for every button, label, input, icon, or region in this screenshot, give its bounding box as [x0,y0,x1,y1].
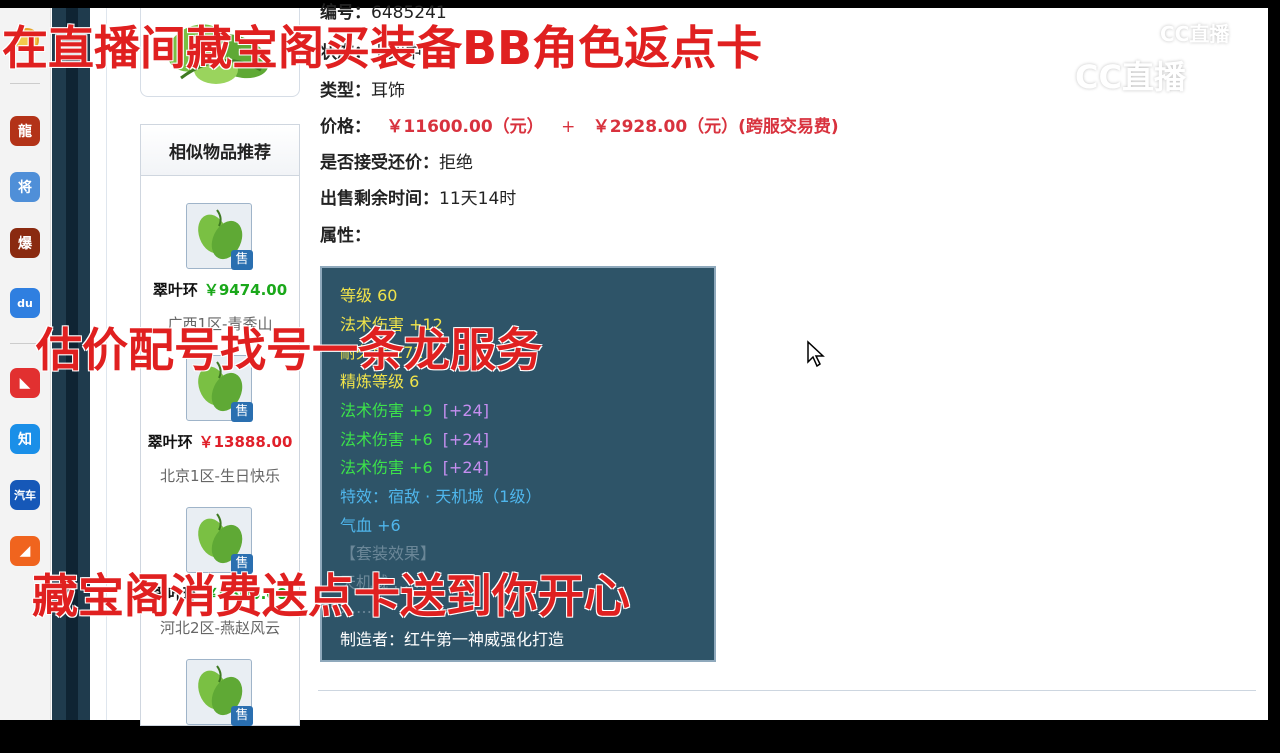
similar-item-name-price[interactable]: 翠叶环 ￥13888.00 [141,431,299,452]
price-label: 价格： [320,117,371,137]
stat-line: 特效：宿敌 · 天机城（1级） [340,483,541,507]
time-label: 出售剩余时间： [320,189,439,209]
similar-item-name-price[interactable]: 翠叶环 ￥9474.00 [141,279,299,300]
price-fee: ￥2928.00（元）(跨服交易费) [592,117,839,137]
stat-line: 等级 60 [340,282,397,306]
similar-item-name: 翠叶环 [152,281,198,299]
similar-items-title: 相似物品推荐 [141,125,299,176]
similar-item-price: ￥9474.00 [203,281,288,299]
stat-bonus: [+24] [442,458,489,478]
dock-separator [10,83,40,84]
promo-overlay-line-2: 估价配号找号一条龙服务 [36,323,542,377]
similar-item-server: 北京1区-生日快乐 [160,467,280,485]
cc-live-logo-large: CC直播 [1075,58,1186,96]
sold-badge: 售 [231,706,253,726]
similar-item-price: ￥13888.00 [198,433,293,451]
browser-window: 龍将爆 du ◣ 知汽车 ◢ 相似物品推荐 售翠叶环 ￥9474.00 广西1区-青秀山售翠… [0,0,1280,726]
mouse-cursor-icon [807,340,825,368]
stat-text: 特效：宿敌 · 天机城（1级） [340,486,542,506]
similar-item-name-price[interactable] [141,735,299,753]
remaining-time-row: 出售剩余时间：11天14时 [320,184,516,209]
stat-line: 制造者：红牛第一神威强化打造 [340,626,564,650]
stat-text: 法术伤害 +6 [340,429,433,449]
car-icon[interactable]: 汽车 [10,480,40,510]
item-type-row: 类型：耳饰 [320,76,405,101]
type-value: 耳饰 [371,81,405,101]
similar-item-thumbnail[interactable]: 售 [186,203,253,270]
content-divider [318,690,1256,691]
time-value: 11天14时 [439,189,517,209]
zhihu-icon[interactable]: 知 [10,424,40,454]
counter-label: 是否接受还价： [320,153,439,173]
price-main: ￥11600.00（元） [386,117,544,137]
attributes-row: 属性： [320,221,371,246]
counter-value: 拒绝 [439,153,473,173]
stat-line: 法术伤害 +6 [+24] [340,426,489,450]
right-black-bar [1268,0,1280,720]
price-plus: + [561,117,576,137]
dragon-game-icon[interactable]: 龍 [10,116,40,146]
sold-badge: 售 [231,250,253,270]
stat-line: 法术伤害 +6 [+24] [340,454,489,478]
sold-badge: 售 [231,402,253,422]
stat-bonus: [+24] [442,400,489,420]
top-black-bar [0,0,1280,8]
fire-game-icon[interactable]: 爆 [10,228,40,258]
stat-line: 法术伤害 +9 [+24] [340,397,489,421]
item-price-row: 价格： ￥11600.00（元） + ￥2928.00（元）(跨服交易费) [320,112,839,137]
stat-line: 气血 +6 [340,512,401,536]
stat-text: 法术伤害 +9 [340,400,433,420]
cc-live-logo-small: CC直播 [1160,22,1230,46]
similar-item-name: 翠叶环 [147,433,193,451]
promo-overlay-line-1: 在直播间藏宝阁买装备BB角色返点卡 [2,21,763,75]
similar-items-panel: 相似物品推荐 售翠叶环 ￥9474.00 广西1区-青秀山售翠叶环 ￥13888.00… [140,124,300,726]
counter-offer-row: 是否接受还价：拒绝 [320,148,473,173]
sword-game-icon[interactable]: 将 [10,172,40,202]
stat-text: 等级 60 [340,286,398,305]
stat-text: 法术伤害 +6 [340,458,433,478]
similar-item-thumbnail[interactable]: 售 [186,659,253,726]
stat-text: 气血 +6 [340,515,401,535]
attributes-label: 属性： [320,226,371,246]
promo-overlay-line-3: 藏宝阁消费送点卡送到你开心 [32,569,630,623]
stat-text: 制造者：红牛第一神威强化打造 [340,630,565,650]
type-label: 类型： [320,81,371,101]
stat-bonus: [+24] [442,429,489,449]
